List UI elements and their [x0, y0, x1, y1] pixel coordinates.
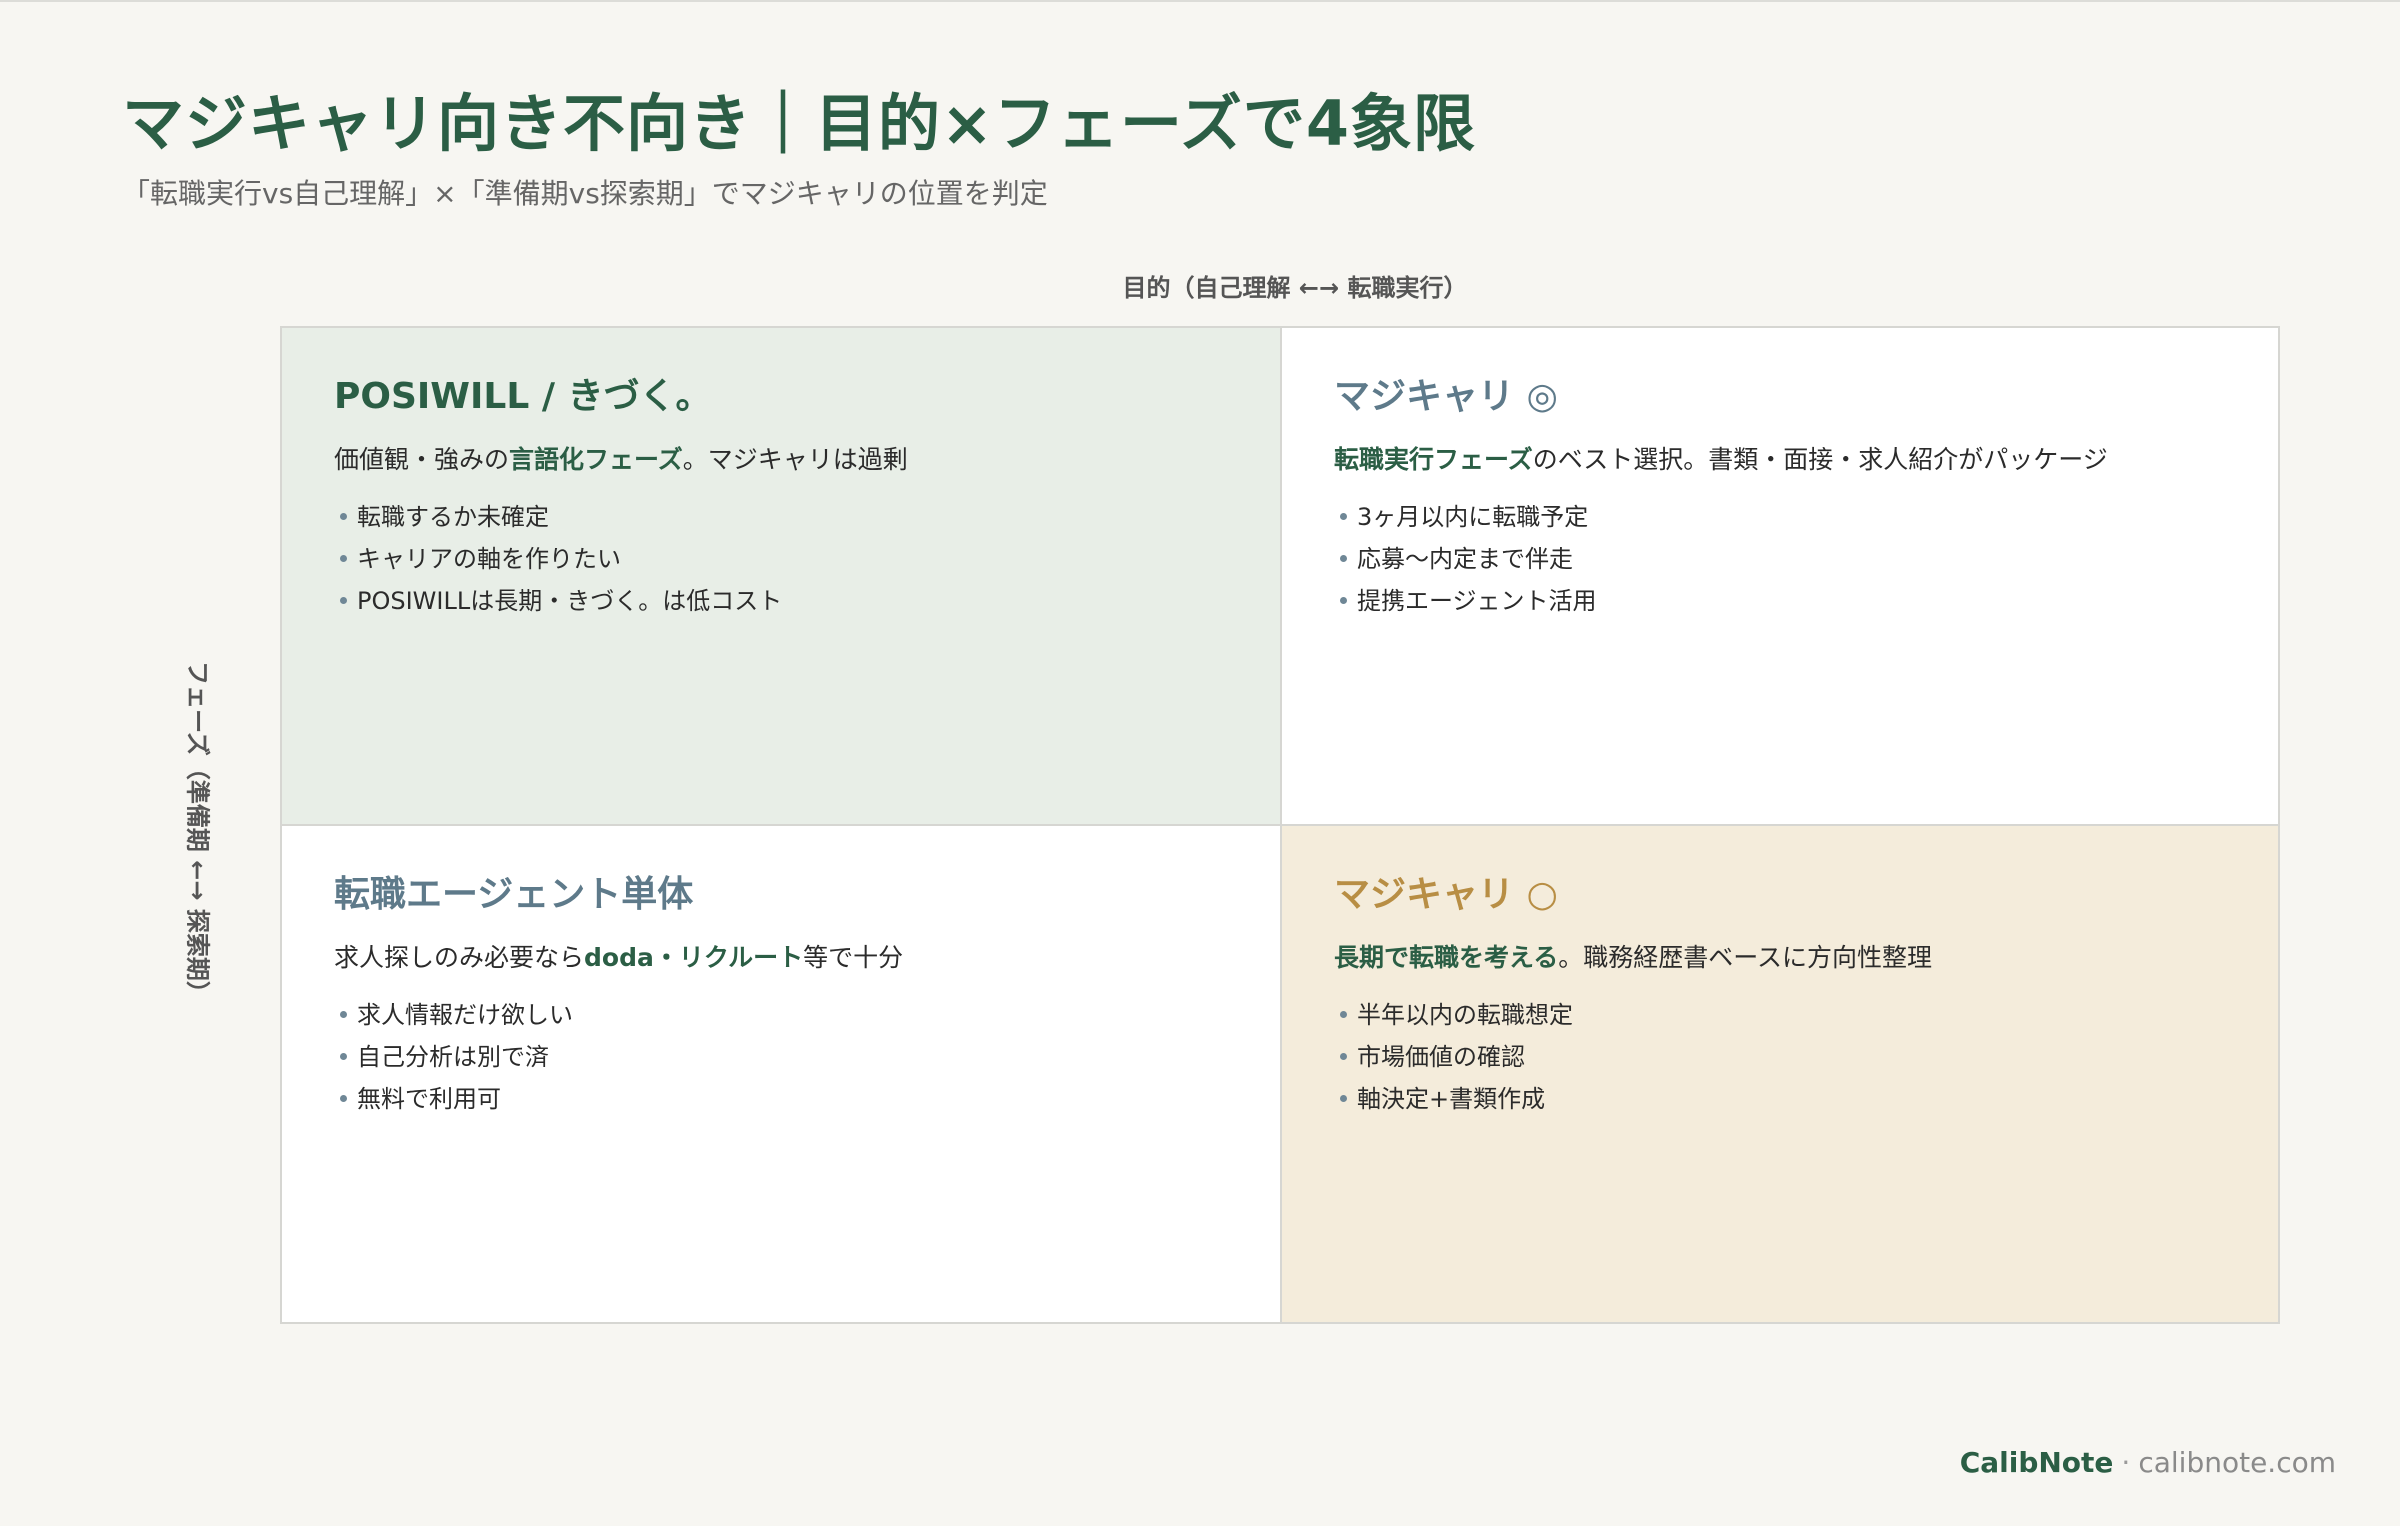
desc-highlight: doda・リクルート [584, 943, 804, 972]
desc-text: 等で十分 [803, 943, 904, 972]
footer-credit: CalibNote · calibnote.com [1960, 1446, 2336, 1479]
quadrant-title: POSIWILL / きづく。 [334, 376, 712, 417]
bullet-dot-icon [1340, 596, 1347, 604]
bullet-text: 軸決定+書類作成 [1357, 1085, 1546, 1113]
desc-highlight: 転職実行フェーズ [1334, 445, 1533, 474]
bullet-text: 応募〜内定まで伴走 [1357, 545, 1573, 573]
desc-text: 。マジキャリは過剰 [682, 445, 908, 474]
footer-site: calibnote.com [2138, 1446, 2336, 1479]
bullet-text: 3ヶ月以内に転職予定 [1357, 503, 1589, 531]
top-divider [0, 0, 2400, 2]
quadrant-description: 求人探しのみ必要ならdoda・リクルート等で十分 [334, 940, 1280, 976]
desc-text: 価値観・強みの [334, 445, 510, 474]
quadrant-bottom-right: マジキャリ ○ 長期で転職を考える。職務経歴書ベースに方向性整理 半年以内の転職… [1282, 826, 2278, 1322]
bullet-list: 転職するか未確定 キャリアの軸を作りたい POSIWILLは長期・きづく。は低コ… [334, 496, 1280, 622]
list-item: キャリアの軸を作りたい [334, 538, 1280, 580]
x-axis-label: 目的（自己理解 ←→ 転職実行） [1122, 274, 1468, 302]
page-subtitle: 「転職実行vs自己理解」×「準備期vs探索期」でマジキャリの位置を判定 [122, 177, 1048, 210]
quadrant-bottom-left: 転職エージェント単体 求人探しのみ必要ならdoda・リクルート等で十分 求人情報… [282, 826, 1282, 1322]
bullet-dot-icon [340, 1010, 347, 1018]
list-item: 市場価値の確認 [1334, 1036, 2278, 1078]
bullet-text: 市場価値の確認 [1357, 1043, 1525, 1071]
list-item: POSIWILLは長期・きづく。は低コスト [334, 580, 1280, 622]
quadrant-grid: POSIWILL / きづく。 価値観・強みの言語化フェーズ。マジキャリは過剰 … [280, 326, 2280, 1324]
desc-text: 求人探しのみ必要なら [334, 943, 585, 972]
quadrant-title: 転職エージェント単体 [334, 874, 694, 915]
bullet-dot-icon [340, 512, 347, 520]
bullet-text: 自己分析は別で済 [357, 1043, 549, 1071]
bullet-text: キャリアの軸を作りたい [357, 545, 621, 573]
bullet-text: 求人情報だけ欲しい [357, 1001, 573, 1029]
bullet-text: 提携エージェント活用 [1357, 587, 1597, 615]
bullet-list: 半年以内の転職想定 市場価値の確認 軸決定+書類作成 [1334, 994, 2278, 1120]
bullet-list: 3ヶ月以内に転職予定 応募〜内定まで伴走 提携エージェント活用 [1334, 496, 2278, 622]
bullet-text: 半年以内の転職想定 [1357, 1001, 1573, 1029]
desc-text: 。職務経歴書ベースに方向性整理 [1558, 943, 1933, 972]
quadrant-title: マジキャリ ◎ [1334, 376, 1558, 417]
list-item: 無料で利用可 [334, 1078, 1280, 1120]
list-item: 半年以内の転職想定 [1334, 994, 2278, 1036]
list-item: 転職するか未確定 [334, 496, 1280, 538]
list-item: 提携エージェント活用 [1334, 580, 2278, 622]
quadrant-top-right: マジキャリ ◎ 転職実行フェーズのベスト選択。書類・面接・求人紹介がパッケージ … [1282, 328, 2278, 826]
bullet-text: 転職するか未確定 [357, 503, 549, 531]
quadrant-description: 価値観・強みの言語化フェーズ。マジキャリは過剰 [334, 442, 1280, 478]
list-item: 軸決定+書類作成 [1334, 1078, 2278, 1120]
bullet-dot-icon [340, 1052, 347, 1060]
bullet-dot-icon [340, 596, 347, 604]
bullet-text: POSIWILLは長期・きづく。は低コスト [357, 587, 783, 615]
footer-separator: · [2121, 1446, 2131, 1479]
bullet-dot-icon [1340, 1052, 1347, 1060]
bullet-list: 求人情報だけ欲しい 自己分析は別で済 無料で利用可 [334, 994, 1280, 1120]
bullet-dot-icon [1340, 512, 1347, 520]
quadrant-title: マジキャリ ○ [1334, 874, 1558, 915]
bullet-dot-icon [1340, 1010, 1347, 1018]
quadrant-top-left: POSIWILL / きづく。 価値観・強みの言語化フェーズ。マジキャリは過剰 … [282, 328, 1282, 826]
bullet-dot-icon [340, 1094, 347, 1102]
desc-text: のベスト選択。書類・面接・求人紹介がパッケージ [1532, 445, 2108, 474]
list-item: 応募〜内定まで伴走 [1334, 538, 2278, 580]
bullet-dot-icon [1340, 1094, 1347, 1102]
bullet-dot-icon [340, 554, 347, 562]
bullet-text: 無料で利用可 [357, 1085, 501, 1113]
desc-highlight: 言語化フェーズ [509, 445, 683, 474]
desc-highlight: 長期で転職を考える [1334, 943, 1559, 972]
y-axis-label: フェーズ（準備期 ←→ 探索期） [183, 661, 212, 1005]
list-item: 3ヶ月以内に転職予定 [1334, 496, 2278, 538]
page-title: マジキャリ向き不向き｜目的×フェーズで4象限 [122, 87, 1476, 160]
quadrant-description: 転職実行フェーズのベスト選択。書類・面接・求人紹介がパッケージ [1334, 442, 2278, 478]
bullet-dot-icon [1340, 554, 1347, 562]
list-item: 自己分析は別で済 [334, 1036, 1280, 1078]
footer-brand: CalibNote [1959, 1446, 2114, 1479]
list-item: 求人情報だけ欲しい [334, 994, 1280, 1036]
quadrant-description: 長期で転職を考える。職務経歴書ベースに方向性整理 [1334, 940, 2278, 976]
